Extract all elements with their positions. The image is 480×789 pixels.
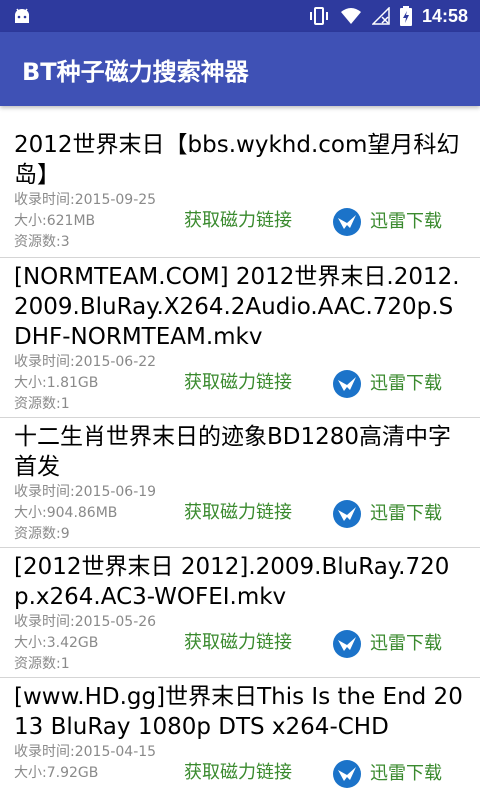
item-title[interactable]: [www.HD.gg]世界末日This Is the End 2013 BluR… (14, 682, 470, 742)
android-icon (15, 8, 29, 23)
xunlei-bird-icon (333, 208, 361, 236)
list-item[interactable]: [NORMTEAM.COM] 2012世界末日.2012.2009.BluRay… (0, 258, 480, 418)
xunlei-download-label: 迅雷下载 (370, 373, 442, 394)
xunlei-download-label: 迅雷下载 (370, 633, 442, 654)
xunlei-download-label: 迅雷下载 (370, 503, 442, 524)
wifi-icon (340, 8, 361, 24)
get-magnet-link-button[interactable]: 获取磁力链接 (184, 501, 292, 525)
xunlei-download-button[interactable]: 迅雷下载 (332, 499, 442, 529)
status-time: 14:58 (421, 5, 468, 26)
list-item[interactable]: 2012世界末日【bbs.wykhd.com望月科幻岛】 收录时间:2015-0… (0, 128, 480, 258)
item-title[interactable]: [2012世界末日 2012].2009.BluRay.720p.x264.AC… (14, 552, 470, 612)
battery-charging-icon (399, 6, 412, 26)
get-magnet-link-button[interactable]: 获取磁力链接 (184, 209, 292, 233)
app-bar: BT种子磁力搜索神器 (0, 32, 480, 106)
status-bar: 14:58 (0, 0, 480, 32)
xunlei-download-label: 迅雷下载 (370, 763, 442, 784)
xunlei-bird-icon (333, 760, 361, 788)
app-title: BT种子磁力搜索神器 (22, 58, 249, 86)
list-item[interactable]: [www.HD.gg]世界末日This Is the End 2013 BluR… (0, 678, 480, 789)
xunlei-bird-icon (333, 500, 361, 528)
get-magnet-link-button[interactable]: 获取磁力链接 (184, 631, 292, 655)
xunlei-download-button[interactable]: 迅雷下载 (332, 207, 442, 237)
get-magnet-link-button[interactable]: 获取磁力链接 (184, 761, 292, 785)
item-title[interactable]: 2012世界末日【bbs.wykhd.com望月科幻岛】 (14, 130, 470, 190)
item-title[interactable]: [NORMTEAM.COM] 2012世界末日.2012.2009.BluRay… (14, 262, 470, 352)
vibrate-icon (309, 7, 328, 25)
xunlei-download-button[interactable]: 迅雷下载 (332, 369, 442, 399)
xunlei-download-label: 迅雷下载 (370, 211, 442, 232)
xunlei-download-button[interactable]: 迅雷下载 (332, 629, 442, 659)
xunlei-bird-icon (333, 630, 361, 658)
xunlei-download-button[interactable]: 迅雷下载 (332, 759, 442, 789)
list-item[interactable]: 十二生肖世界末日的迹象BD1280高清中字首发 收录时间:2015-06-19 … (0, 418, 480, 548)
item-title[interactable]: 十二生肖世界末日的迹象BD1280高清中字首发 (14, 422, 470, 482)
get-magnet-link-button[interactable]: 获取磁力链接 (184, 371, 292, 395)
result-list: 2012世界末日【bbs.wykhd.com望月科幻岛】 收录时间:2015-0… (0, 128, 480, 789)
list-item[interactable]: [2012世界末日 2012].2009.BluRay.720p.x264.AC… (0, 548, 480, 678)
no-signal-icon (371, 7, 390, 25)
xunlei-bird-icon (333, 370, 361, 398)
